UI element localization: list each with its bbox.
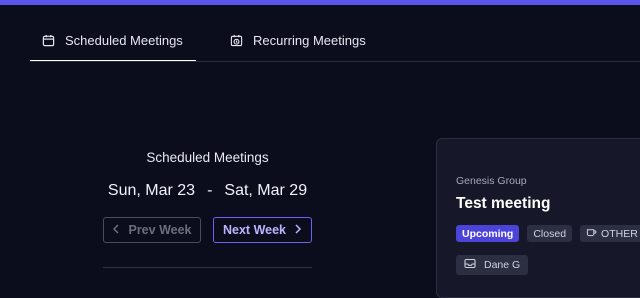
tab-recurring-meetings[interactable]: Recurring Meetings (218, 20, 378, 61)
week-start-date: Sun, Mar 23 (107, 182, 196, 199)
inbox-icon (464, 258, 476, 272)
meeting-title: Test meeting (456, 195, 551, 212)
meeting-card[interactable]: Genesis Group Test meeting Upcoming Clos… (436, 138, 640, 298)
chevron-left-icon (112, 223, 120, 237)
owner-name: Dane G (484, 259, 521, 271)
panel-divider (103, 267, 312, 268)
tab-label: Recurring Meetings (253, 33, 366, 48)
tab-scheduled-meetings[interactable]: Scheduled Meetings (30, 20, 196, 62)
status-badge: Upcoming (456, 225, 520, 242)
coffee-icon (586, 227, 597, 240)
owner-chip: Dane G (456, 255, 529, 275)
week-end-date: Sat, Mar 29 (224, 182, 308, 199)
top-accent-bar (0, 0, 640, 5)
prev-week-label: Prev Week (128, 223, 192, 237)
meeting-group: Genesis Group (456, 175, 527, 187)
date-range: Sun, Mar 23 - Sat, Mar 29 (103, 182, 312, 200)
calendar-clock-icon (230, 34, 243, 47)
date-separator: - (207, 182, 213, 199)
next-week-label: Next Week (223, 223, 286, 237)
meeting-tabs: Scheduled Meetings Recurring Meetings (30, 20, 378, 62)
chevron-right-icon (294, 223, 302, 237)
prev-week-button[interactable]: Prev Week (103, 217, 201, 243)
type-badge: OTHER (580, 225, 640, 242)
next-week-button[interactable]: Next Week (213, 217, 312, 243)
calendar-icon (42, 34, 55, 47)
tab-label: Scheduled Meetings (65, 33, 183, 48)
tabs-divider (30, 61, 640, 62)
type-label: OTHER (601, 227, 638, 240)
panel-title: Scheduled Meetings (146, 150, 269, 165)
meeting-badges: Upcoming Closed OTHER (456, 225, 640, 242)
access-badge: Closed (527, 225, 573, 242)
